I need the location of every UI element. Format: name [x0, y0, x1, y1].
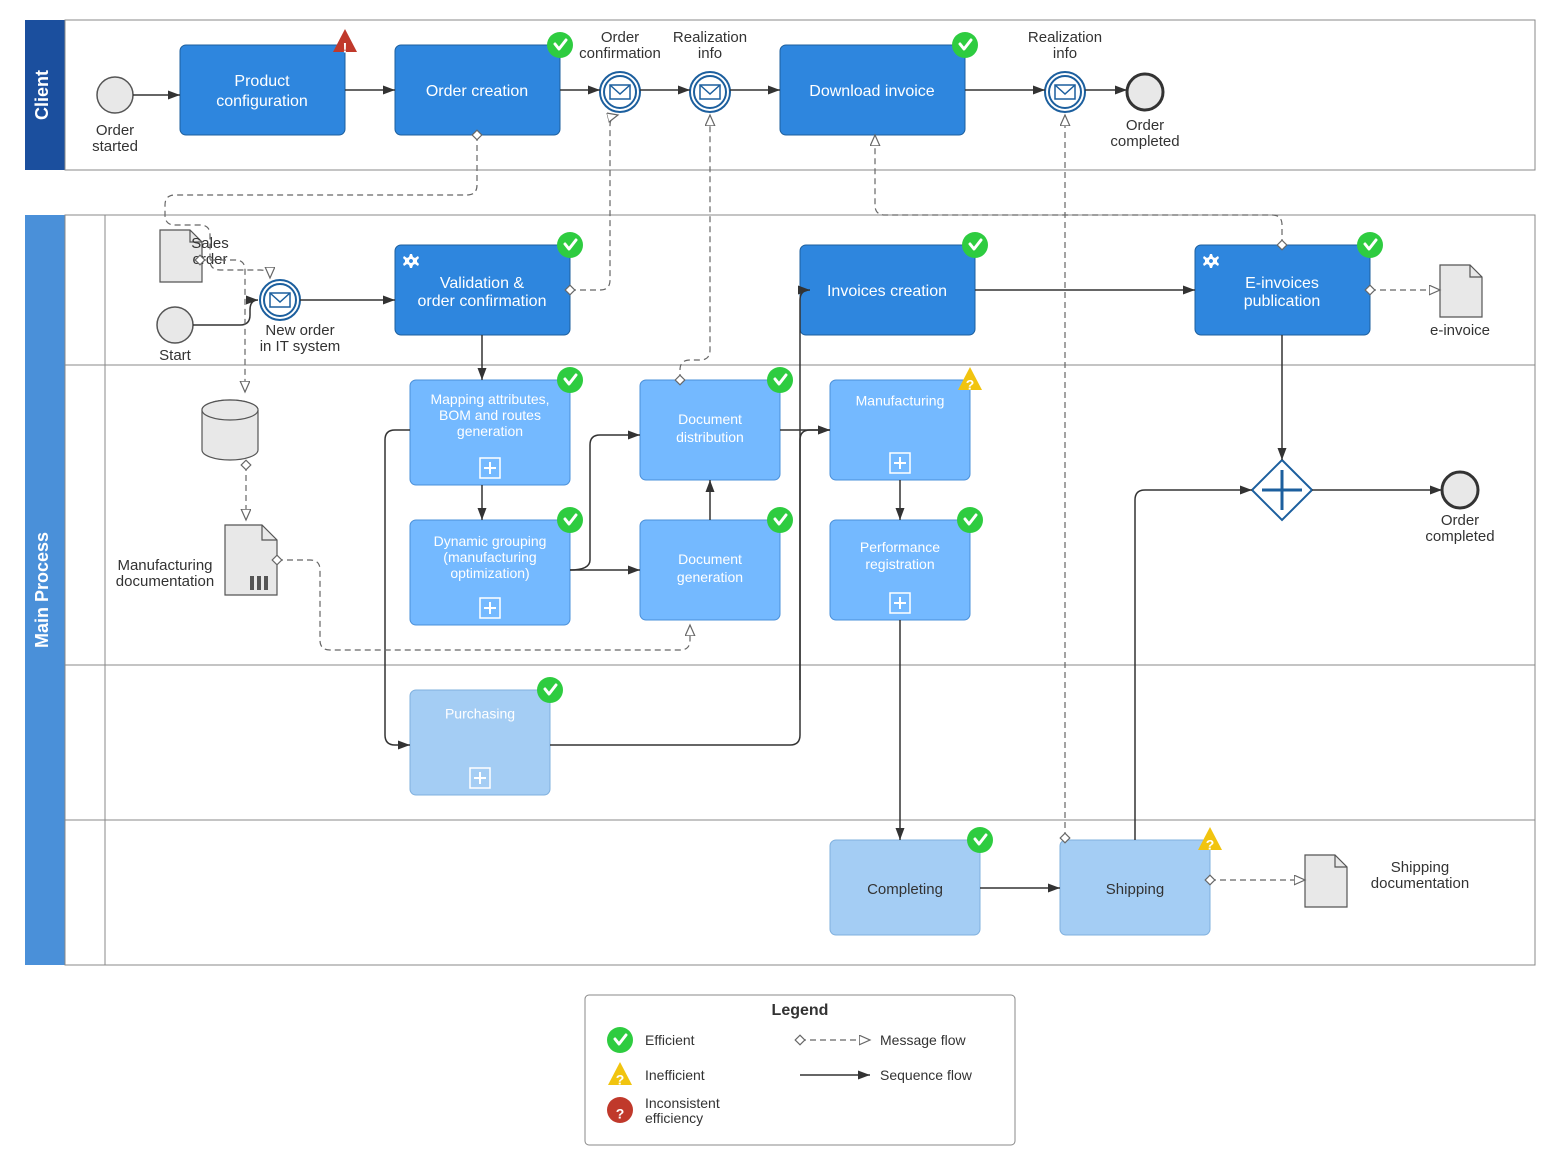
einvoice-doc-icon [1440, 265, 1482, 317]
check-icon [952, 32, 978, 58]
mfg-doc-label: Manufacturingdocumentation [116, 557, 214, 590]
check-icon [557, 507, 583, 533]
check-icon [962, 232, 988, 258]
ship-doc-icon [1305, 855, 1347, 907]
legend-seq-label: Sequence flow [880, 1067, 973, 1083]
mfg-doc-icon [225, 525, 277, 595]
check-icon [547, 32, 573, 58]
order-completed-client-event [1127, 74, 1163, 110]
order-started-event [97, 77, 133, 113]
check-icon [607, 1027, 633, 1053]
start-event [157, 307, 193, 343]
einvoice-label: e-invoice [1430, 322, 1490, 339]
order-creation-label: Order creation [426, 83, 528, 100]
legend-efficient: Efficient [645, 1032, 695, 1048]
new-order-label: New orderin IT system [260, 322, 341, 355]
perf-reg-label: Performanceregistration [860, 539, 940, 572]
legend-title: Legend [772, 1002, 829, 1019]
check-icon [767, 507, 793, 533]
purchasing-lane-label: Purchasing [71, 693, 91, 791]
check-icon [1357, 232, 1383, 258]
main-pool-label: Main Process [32, 532, 52, 648]
sales-lane-label: Sales [71, 266, 91, 313]
check-icon [557, 367, 583, 393]
completing-label: Completing [867, 881, 943, 898]
check-icon [967, 827, 993, 853]
sales-order-label: Salesorder [191, 235, 229, 268]
check-icon [537, 677, 563, 703]
order-started-label: Orderstarted [92, 122, 138, 155]
purchasing-label: Purchasing [445, 706, 515, 722]
einvoices-label: E-invoicespublication [1244, 275, 1321, 310]
shipping-lane-label: Shipping [71, 854, 91, 931]
legend-msg-label: Message flow [880, 1032, 966, 1048]
client-pool-label: Client [32, 70, 52, 120]
check-icon [767, 367, 793, 393]
envelope-icon [610, 85, 630, 99]
invoices-creation-label: Invoices creation [827, 283, 947, 300]
dyn-group-label: Dynamic grouping(manufacturingoptimizati… [434, 533, 547, 581]
download-invoice-label: Download invoice [809, 83, 935, 100]
envelope-icon [700, 85, 720, 99]
manufacturing-lane-label: Manufacturing [71, 453, 91, 577]
legend-inefficient: Inefficient [645, 1067, 705, 1083]
shipping-label: Shipping [1106, 881, 1164, 898]
svg-text:?: ? [616, 1106, 625, 1122]
order-completed-main-event [1442, 472, 1478, 508]
check-icon [557, 232, 583, 258]
envelope-icon [1055, 85, 1075, 99]
check-icon [957, 507, 983, 533]
start-label: Start [159, 347, 192, 364]
envelope-icon [270, 293, 290, 307]
manufacturing-subprocess-label: Manufacturing [856, 393, 945, 409]
